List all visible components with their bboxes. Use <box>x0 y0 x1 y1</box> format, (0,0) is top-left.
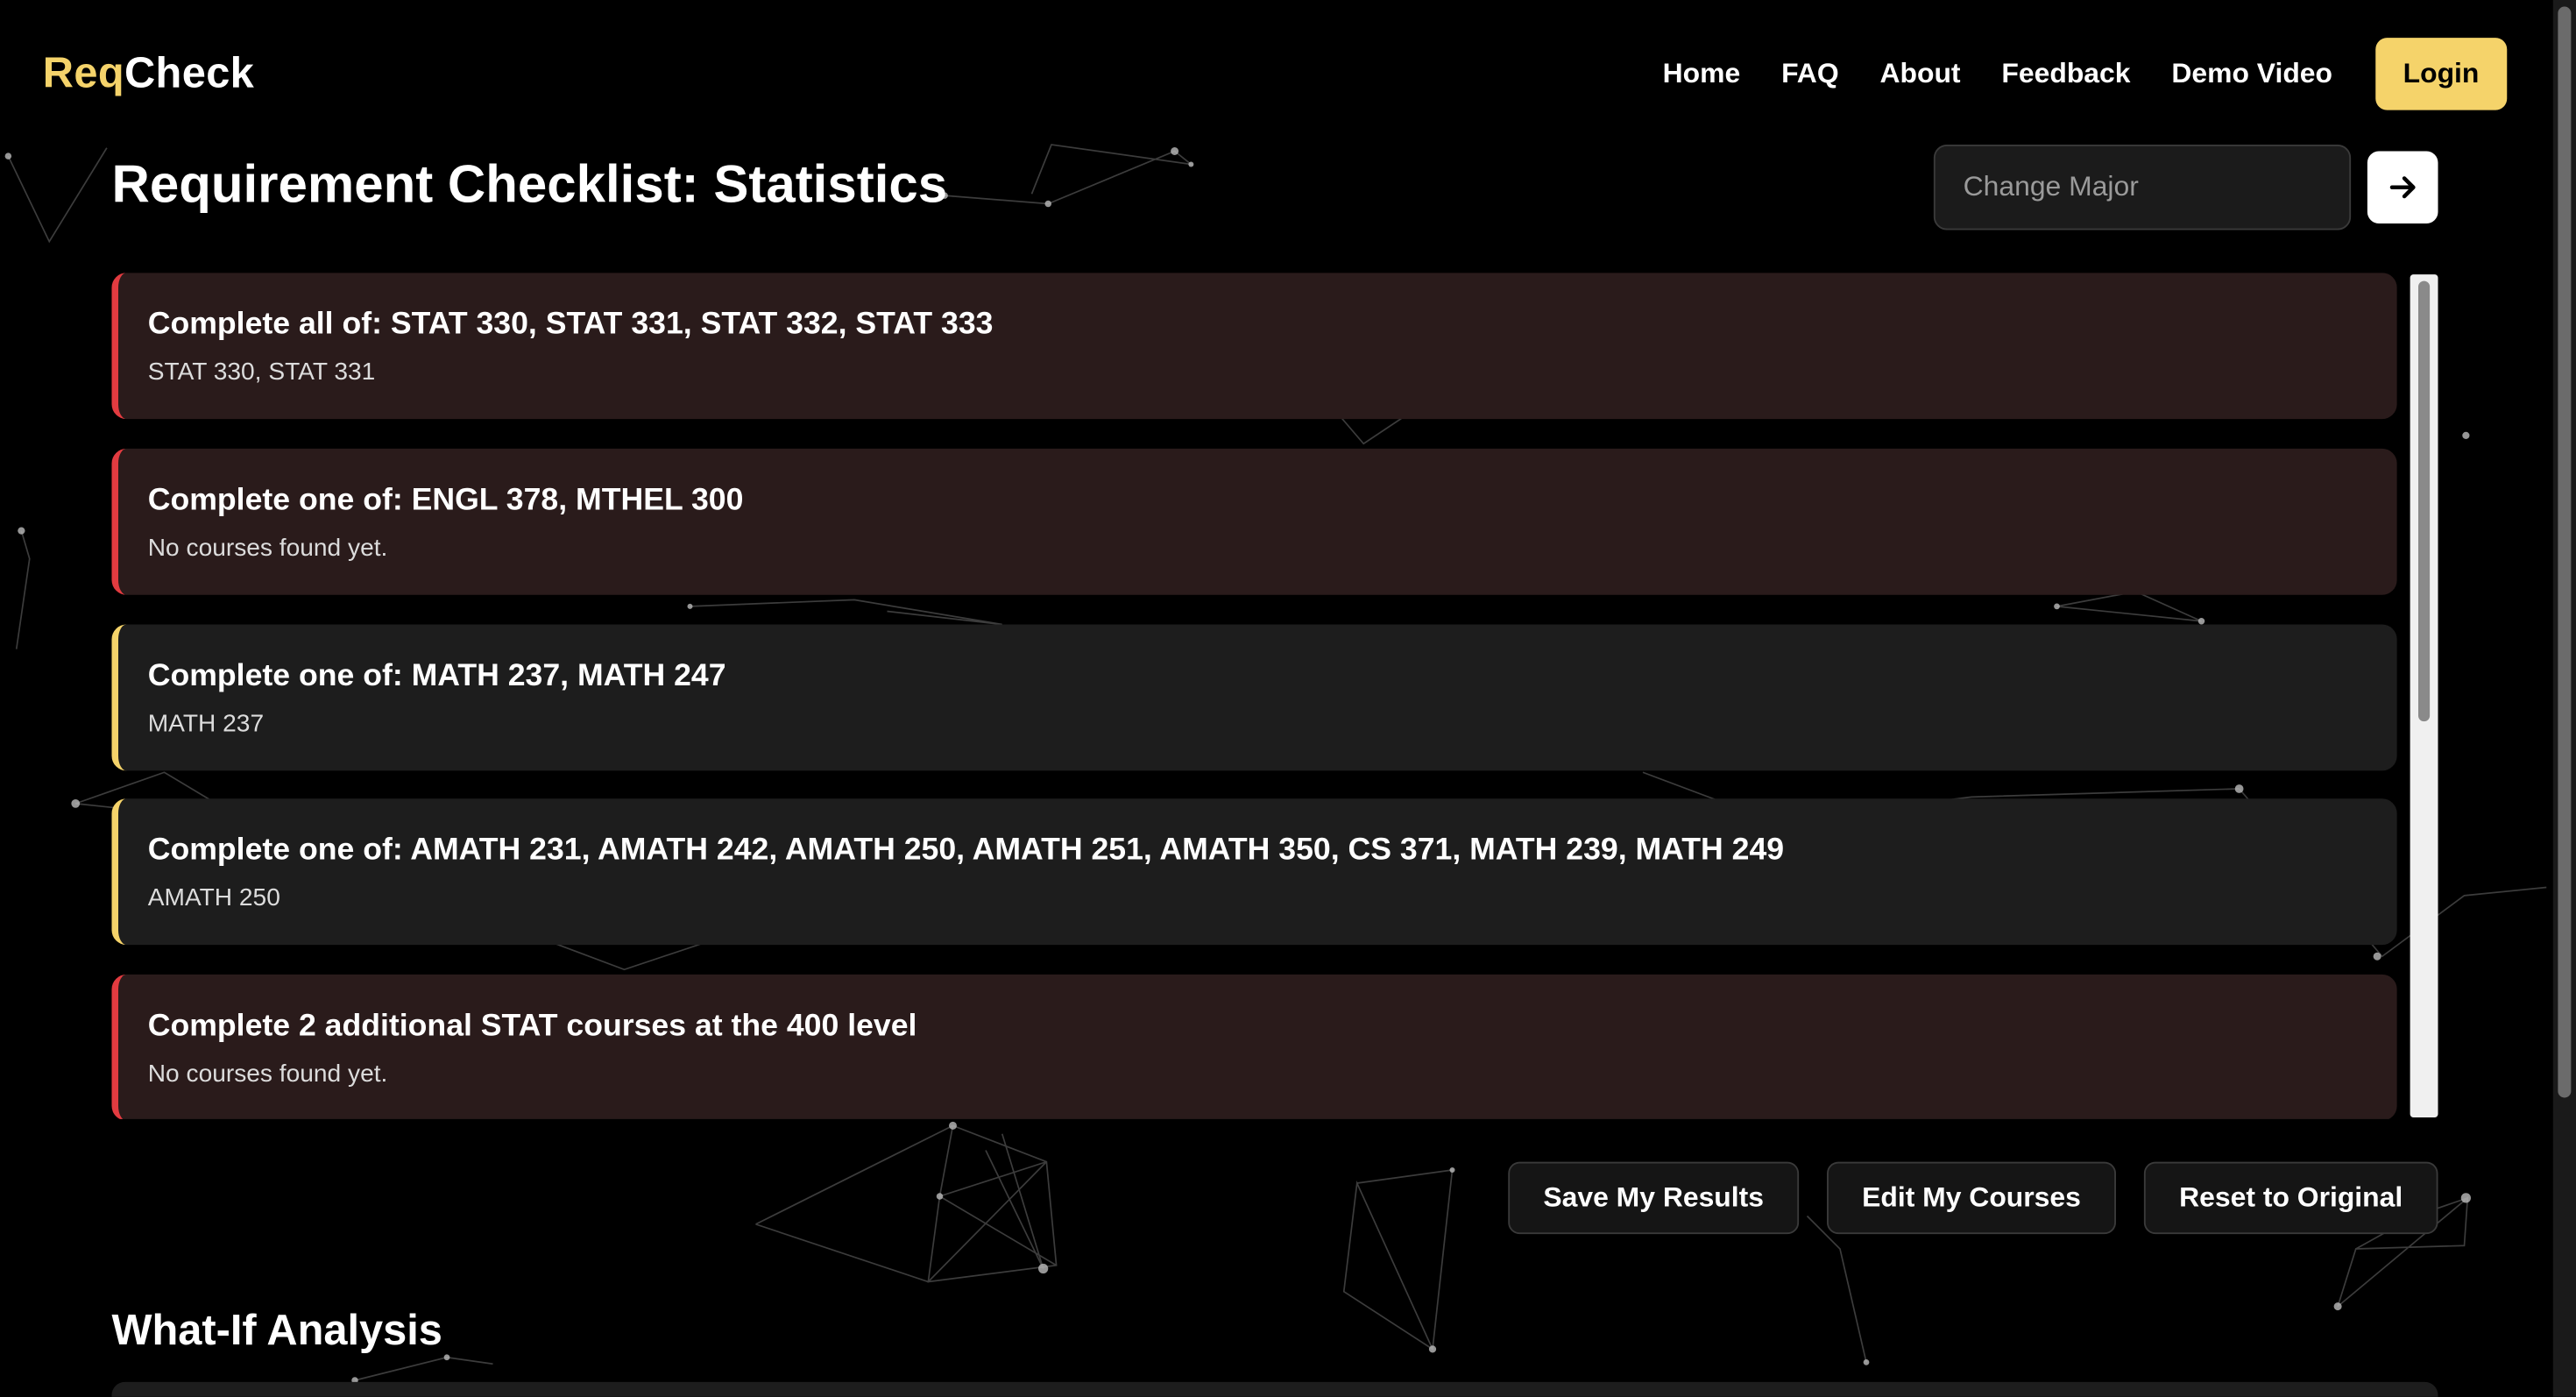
what-if-title: What-If Analysis <box>111 1304 442 1354</box>
logo[interactable]: ReqCheck <box>43 47 254 98</box>
page-scroll-thumb[interactable] <box>2558 6 2572 1098</box>
requirement-courses: MATH 237 <box>147 710 265 738</box>
requirement-card: Complete one of: ENGL 378, MTHEL 300 No … <box>111 448 2397 595</box>
requirement-title: Complete 2 additional STAT courses at th… <box>147 1009 917 1044</box>
page-scrollbar[interactable] <box>2552 0 2576 1397</box>
app-window: ReqCheck Home FAQ About Feedback Demo Vi… <box>0 0 2576 1397</box>
requirement-checklist[interactable]: Complete all of: STAT 330, STAT 331, STA… <box>111 273 2438 1119</box>
top-nav: ReqCheck Home FAQ About Feedback Demo Vi… <box>0 0 2576 148</box>
logo-text: Check <box>124 47 255 97</box>
requirement-card: Complete one of: AMATH 231, AMATH 242, A… <box>111 798 2397 946</box>
checklist-scroll-thumb[interactable] <box>2418 280 2431 722</box>
requirement-title: Complete one of: AMATH 231, AMATH 242, A… <box>147 833 1785 868</box>
requirement-courses: STAT 330, STAT 331 <box>147 358 376 386</box>
requirement-card: Complete one of: MATH 237, MATH 247 MATH… <box>111 624 2397 771</box>
change-major-submit-button[interactable] <box>2367 151 2438 223</box>
requirement-card: Complete all of: STAT 330, STAT 331, STA… <box>111 273 2397 420</box>
nav-link-home[interactable]: Home <box>1663 58 1741 91</box>
requirement-courses: No courses found yet. <box>147 1060 388 1089</box>
requirement-card: Complete 2 additional STAT courses at th… <box>111 974 2397 1119</box>
page-title: Requirement Checklist: Statistics <box>111 154 948 214</box>
requirement-title: Complete one of: ENGL 378, MTHEL 300 <box>147 483 744 518</box>
requirement-title: Complete one of: MATH 237, MATH 247 <box>147 658 726 694</box>
arrow-right-icon <box>2388 176 2415 199</box>
what-if-panel <box>111 1381 2438 1397</box>
edit-courses-button[interactable]: Edit My Courses <box>1827 1161 2116 1235</box>
logo-accent: Req <box>42 47 124 97</box>
nav-link-faq[interactable]: FAQ <box>1781 58 1839 91</box>
checklist-scrollbar[interactable] <box>2410 274 2438 1117</box>
requirement-courses: AMATH 250 <box>147 883 280 912</box>
change-major-input[interactable] <box>1933 145 2352 230</box>
reset-original-button[interactable]: Reset to Original <box>2143 1161 2438 1235</box>
requirement-title: Complete all of: STAT 330, STAT 331, STA… <box>147 307 994 342</box>
nav-link-about[interactable]: About <box>1879 58 1960 91</box>
login-button[interactable]: Login <box>2374 38 2508 110</box>
nav-link-feedback[interactable]: Feedback <box>2001 58 2130 91</box>
requirement-courses: No courses found yet. <box>147 534 388 563</box>
nav-links: Home FAQ About Feedback Demo Video Login <box>1622 38 2508 110</box>
save-results-button[interactable]: Save My Results <box>1508 1161 1800 1235</box>
nav-link-demo-video[interactable]: Demo Video <box>2171 58 2332 91</box>
